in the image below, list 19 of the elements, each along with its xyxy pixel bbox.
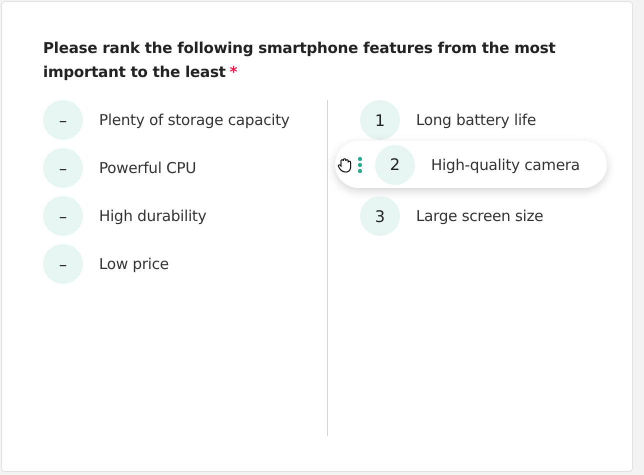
grab-hand-icon [337, 156, 353, 174]
option-label: High-quality camera [431, 156, 580, 174]
dragged-option[interactable]: 2 High-quality camera [335, 141, 607, 188]
option-label: Long battery life [416, 111, 536, 129]
required-mark: * [230, 63, 238, 81]
option-label: High durability [99, 207, 206, 225]
option-label: Powerful CPU [99, 159, 196, 177]
question-text: Please rank the following smartphone features from the most important to the least * [43, 38, 556, 83]
option-label: Plenty of storage capacity [99, 111, 290, 129]
rank-number: 2 [375, 144, 415, 184]
rank-number[interactable]: 3 [360, 196, 400, 236]
option-label: Large screen size [416, 207, 544, 225]
rank-number[interactable]: 1 [360, 100, 400, 140]
drag-handle-icon[interactable] [357, 156, 363, 172]
option-label: Low price [99, 255, 169, 273]
unranked-marker[interactable]: – [43, 196, 83, 236]
unranked-marker[interactable]: – [43, 244, 83, 284]
unranked-marker[interactable]: – [43, 148, 83, 188]
unranked-marker[interactable]: – [43, 100, 83, 140]
